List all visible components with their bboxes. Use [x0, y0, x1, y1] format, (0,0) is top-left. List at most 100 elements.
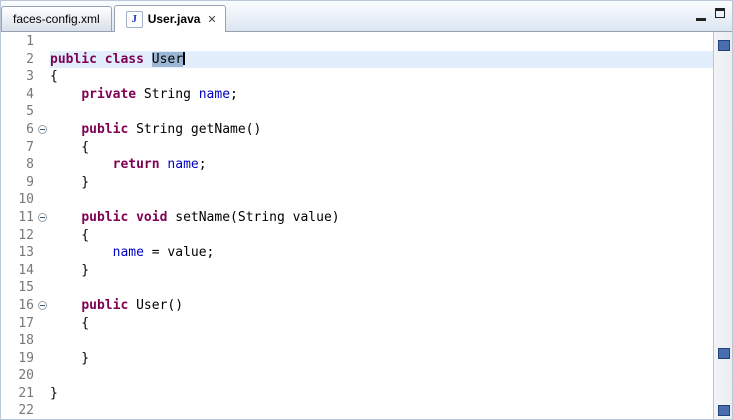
code-text [50, 191, 713, 209]
occurrence-marker[interactable] [718, 348, 730, 359]
line-number: 1 [1, 33, 37, 51]
fold-column [37, 262, 50, 280]
code-line[interactable]: 19 } [1, 350, 713, 368]
code-line[interactable]: 22 [1, 402, 713, 419]
code-token [128, 210, 136, 225]
code-line[interactable]: 6 public String getName() [1, 121, 713, 139]
view-controls [696, 8, 725, 21]
code-line[interactable]: 17 { [1, 315, 713, 333]
code-text: } [50, 262, 713, 280]
code-line[interactable]: 1 [1, 33, 713, 51]
tab-user-java[interactable]: J User.java ✕ [114, 5, 226, 32]
code-token: name [199, 87, 230, 102]
fold-toggle[interactable] [37, 209, 50, 227]
code-text: { [50, 315, 713, 333]
code-token: String [136, 87, 199, 102]
code-line[interactable]: 5 [1, 103, 713, 121]
code-token: return [113, 157, 160, 172]
code-token [50, 122, 81, 137]
java-file-icon: J [126, 11, 143, 28]
code-token: name [113, 245, 144, 260]
code-line[interactable]: 21} [1, 385, 713, 403]
code-token: name [167, 157, 198, 172]
line-number: 10 [1, 191, 37, 209]
code-token: public [81, 298, 128, 313]
fold-column [37, 139, 50, 157]
fold-column [37, 227, 50, 245]
code-text: name = value; [50, 244, 713, 262]
code-text [50, 33, 713, 51]
line-number: 4 [1, 86, 37, 104]
code-lines: 12public class User3{4 private String na… [1, 32, 713, 419]
code-line[interactable]: 3{ [1, 68, 713, 86]
occurrence-marker[interactable] [718, 405, 730, 416]
fold-toggle[interactable] [37, 121, 50, 139]
line-number: 22 [1, 402, 37, 419]
code-token [50, 157, 113, 172]
line-number: 20 [1, 367, 37, 385]
line-number: 21 [1, 385, 37, 403]
code-line[interactable]: 18 [1, 332, 713, 350]
fold-toggle[interactable] [37, 297, 50, 315]
line-number: 11 [1, 209, 37, 227]
fold-column [37, 279, 50, 297]
code-token: { [50, 69, 58, 84]
tab-close-icon[interactable]: ✕ [207, 13, 216, 26]
code-editor[interactable]: 12public class User3{4 private String na… [1, 32, 732, 419]
code-line[interactable]: 12 { [1, 227, 713, 245]
code-line[interactable]: 16 public User() [1, 297, 713, 315]
code-line[interactable]: 20 [1, 367, 713, 385]
code-text: } [50, 350, 713, 368]
code-line[interactable]: 13 name = value; [1, 244, 713, 262]
maximize-icon[interactable] [715, 8, 725, 18]
code-text: { [50, 139, 713, 157]
fold-collapse-icon[interactable] [38, 125, 47, 134]
fold-collapse-icon[interactable] [38, 301, 47, 310]
minimize-icon[interactable] [696, 8, 706, 21]
code-token: setName(String value) [167, 210, 339, 225]
line-number: 2 [1, 51, 37, 69]
fold-collapse-icon[interactable] [38, 213, 47, 222]
code-token: { [50, 316, 89, 331]
code-line[interactable]: 9 } [1, 174, 713, 192]
code-text: } [50, 385, 713, 403]
code-token: public class [50, 52, 152, 67]
line-number: 17 [1, 315, 37, 333]
code-token: String getName() [128, 122, 261, 137]
code-text: private String name; [50, 86, 713, 104]
code-line[interactable]: 11 public void setName(String value) [1, 209, 713, 227]
occurrence-marker[interactable] [718, 40, 730, 51]
code-text: } [50, 174, 713, 192]
line-number: 3 [1, 68, 37, 86]
code-token: private [81, 87, 136, 102]
selected-text: User [152, 52, 183, 67]
code-line[interactable]: 2 public class User [1, 51, 713, 69]
code-line[interactable]: 8 return name; [1, 156, 713, 174]
line-number: 13 [1, 244, 37, 262]
code-text [50, 367, 713, 385]
code-line[interactable]: 10 [1, 191, 713, 209]
line-number: 14 [1, 262, 37, 280]
code-line[interactable]: 4 private String name; [1, 86, 713, 104]
code-token: { [50, 140, 89, 155]
code-text: { [50, 227, 713, 245]
tab-faces-config[interactable]: faces-config.xml [1, 6, 112, 31]
code-line[interactable]: 15 [1, 279, 713, 297]
fold-column [37, 86, 50, 104]
code-text: return name; [50, 156, 713, 174]
code-line[interactable]: 7 { [1, 139, 713, 157]
code-text [50, 103, 713, 121]
fold-column [37, 156, 50, 174]
tab-label: User.java [148, 12, 201, 26]
code-line[interactable]: 14 } [1, 262, 713, 280]
fold-column [37, 350, 50, 368]
line-number: 18 [1, 332, 37, 350]
code-token: ; [230, 87, 238, 102]
fold-column [37, 33, 50, 51]
code-text: { [50, 68, 713, 86]
fold-column [37, 51, 50, 69]
overview-ruler[interactable] [713, 32, 732, 419]
code-token [50, 245, 113, 260]
code-token: User() [128, 298, 183, 313]
code-text: public void setName(String value) [50, 209, 713, 227]
